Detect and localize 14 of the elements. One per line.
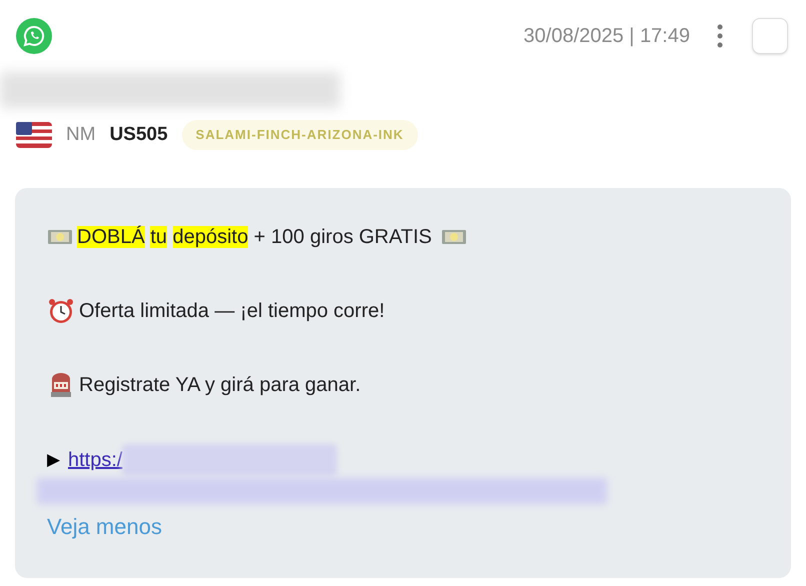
message-text: DOBLÁ tu depósito + 100 giros GRATIS: [77, 224, 433, 250]
timestamp: 30/08/2025 | 17:49: [524, 24, 690, 49]
message-link[interactable]: https:/: [68, 444, 122, 474]
flag-icon: [16, 122, 52, 148]
more-options-icon[interactable]: [716, 23, 724, 49]
chat-app-icon: [16, 18, 52, 54]
sender-tag: SALAMI-FINCH-ARIZONA-INK: [182, 120, 418, 150]
select-checkbox[interactable]: [752, 18, 788, 54]
alarm-clock-icon: [47, 296, 75, 324]
sender-code: US505: [110, 122, 168, 146]
sender-initials: NM: [66, 122, 96, 146]
message-text: Oferta limitada — ¡el tiempo corre!: [79, 298, 385, 324]
arrow-marker: ▶: [47, 448, 60, 471]
message-text: Registrate YA y girá para ganar.: [79, 372, 361, 398]
